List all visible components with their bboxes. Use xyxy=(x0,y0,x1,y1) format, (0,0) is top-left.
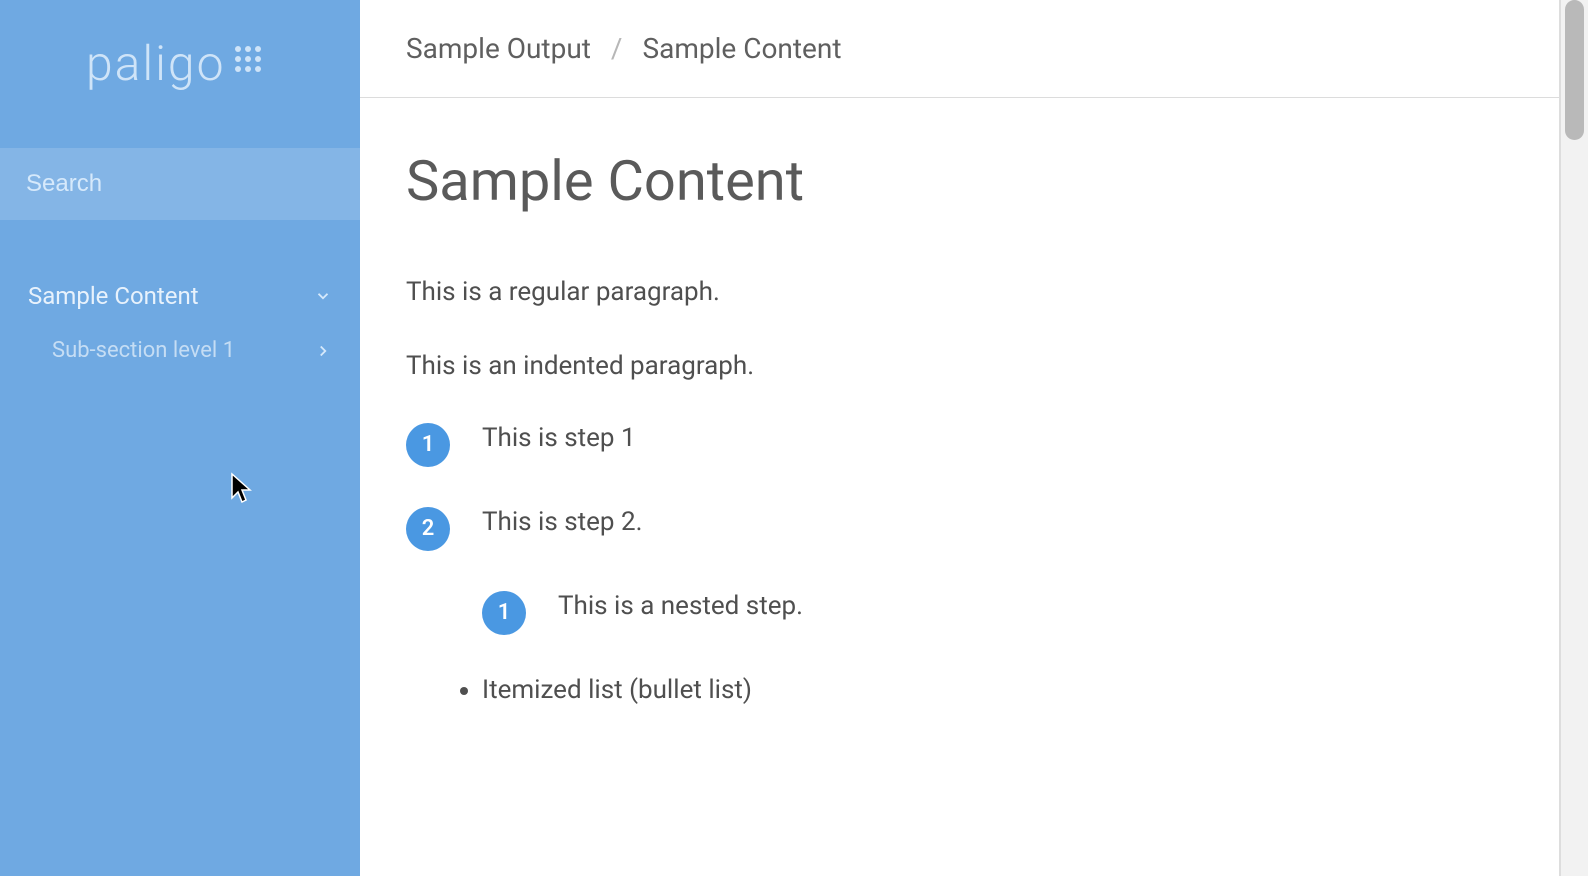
search-bar xyxy=(0,148,360,220)
sidebar: paligo Sample Content xyxy=(0,0,360,876)
paragraph: This is an indented paragraph. xyxy=(406,348,1513,384)
breadcrumb-item[interactable]: Sample Output xyxy=(406,32,591,65)
step-text: This is a nested step. xyxy=(558,591,803,621)
logo-dots-icon xyxy=(233,44,263,78)
step-list: 1 This is step 1 2 This is step 2. xyxy=(406,423,1513,551)
step-number-badge: 2 xyxy=(406,507,450,551)
sidebar-item-sample-content[interactable]: Sample Content xyxy=(0,268,360,324)
step-number-badge: 1 xyxy=(406,423,450,467)
search-input[interactable] xyxy=(26,170,334,198)
logo-text: paligo xyxy=(86,40,225,88)
sidebar-item-sub-section-1[interactable]: Sub-section level 1 xyxy=(0,324,360,377)
breadcrumb: Sample Output / Sample Content xyxy=(360,0,1559,98)
step-item: 2 This is step 2. xyxy=(406,507,1513,551)
main-panel: Sample Output / Sample Content Sample Co… xyxy=(360,0,1560,876)
breadcrumb-item[interactable]: Sample Content xyxy=(642,32,841,65)
content-body: Sample Content This is a regular paragra… xyxy=(360,98,1559,777)
sidebar-item-label: Sample Content xyxy=(28,282,199,310)
step-text: This is step 1 xyxy=(482,423,636,453)
chevron-down-icon xyxy=(314,287,332,305)
list-item: Itemized list (bullet list) xyxy=(482,675,1513,705)
page-title: Sample Content xyxy=(406,148,1513,214)
nested-step-list: 1 This is a nested step. xyxy=(482,591,1513,635)
sidebar-item-label: Sub-section level 1 xyxy=(52,338,235,363)
bullet-list: Itemized list (bullet list) xyxy=(482,675,1513,705)
scrollbar-vertical[interactable] xyxy=(1560,0,1588,876)
step-text: This is step 2. xyxy=(482,507,642,537)
logo: paligo xyxy=(0,0,360,108)
app-root: paligo Sample Content xyxy=(0,0,1588,876)
paragraph: This is a regular paragraph. xyxy=(406,274,1513,310)
step-number-badge: 1 xyxy=(482,591,526,635)
step-item: 1 This is a nested step. xyxy=(482,591,1513,635)
step-item: 1 This is step 1 xyxy=(406,423,1513,467)
scrollbar-thumb[interactable] xyxy=(1565,0,1584,140)
chevron-right-icon xyxy=(314,342,332,360)
breadcrumb-separator: / xyxy=(611,32,623,65)
sidebar-nav: Sample Content Sub-section level 1 xyxy=(0,268,360,377)
